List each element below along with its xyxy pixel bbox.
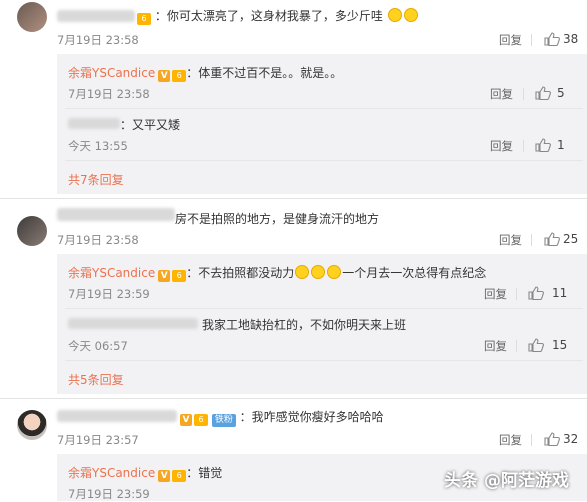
redacted-username	[57, 208, 175, 221]
reply-button[interactable]: 回复	[484, 286, 507, 302]
comment-body: 房不是拍照的地方，是健身流汗的地方	[175, 212, 380, 226]
thumbs-up-icon[interactable]	[544, 232, 560, 246]
reply-time: 7月19日 23:59	[68, 487, 150, 501]
emoji-icon	[295, 265, 310, 279]
reply-button[interactable]: 回复	[490, 86, 513, 102]
verified-v-icon: V	[158, 70, 171, 82]
emoji-icon	[311, 265, 326, 279]
divider	[65, 360, 583, 361]
watermark: 头条 @阿茫游戏	[444, 471, 569, 491]
divider	[65, 160, 583, 161]
level-badge-icon: 6	[194, 414, 208, 426]
sub-reply-text: 余霜YSCandice V 6 ：错觉	[68, 466, 223, 482]
sub-reply-text: 余霜YSCandice V 6 ：不去拍照都没动力 一个月去一次总得有点纪念	[68, 265, 487, 282]
emoji-icon	[403, 8, 418, 22]
like-count: 5	[557, 86, 565, 100]
like-count: 32	[563, 432, 579, 446]
sub-reply-text: 余霜YSCandice V 6 ：体重不过百不是。。就是。。	[68, 66, 343, 82]
comment-time: 7月19日 23:58	[57, 233, 139, 247]
reply-time: 7月19日 23:59	[68, 287, 150, 301]
comment-body: ：我咋感觉你瘦好多哈哈哈	[239, 410, 384, 424]
verified-v-icon: V	[158, 270, 171, 282]
sub-reply-text: 我家工地缺抬杠的，不如你明天来上班	[202, 318, 407, 332]
view-more-replies-link[interactable]: 共7条回复	[68, 171, 124, 188]
comment-body: ：你可太漂亮了，这身材我暴了，多少斤哇	[154, 9, 383, 23]
reply-button[interactable]: 回复	[499, 232, 522, 248]
divider	[531, 434, 532, 446]
thumbs-up-icon[interactable]	[544, 32, 560, 46]
level-badge-icon: 6	[137, 13, 151, 25]
reply-time: 7月19日 23:58	[68, 87, 150, 101]
fan-badge: 铁粉	[211, 414, 236, 427]
divider	[516, 288, 517, 300]
author-link[interactable]: 余霜YSCandice	[68, 466, 155, 480]
level-badge-icon: 6	[172, 470, 187, 482]
like-count: 15	[552, 338, 568, 352]
comment-time: 7月19日 23:57	[57, 433, 139, 447]
author-link[interactable]: 余霜YSCandice	[68, 266, 155, 280]
divider	[65, 108, 583, 109]
thumbs-up-icon[interactable]	[528, 338, 544, 352]
thumbs-up-icon[interactable]	[544, 432, 560, 446]
sub-reply-text: ：又平又矮	[120, 118, 181, 132]
level-badge-icon: 6	[172, 70, 187, 82]
like-count: 1	[557, 138, 565, 152]
redacted-username	[57, 410, 177, 422]
redacted-username	[68, 318, 198, 329]
reply-button[interactable]: 回复	[499, 32, 522, 48]
comment-divider	[0, 198, 587, 199]
reply-time: 今天 06:57	[68, 339, 128, 353]
like-count: 11	[552, 286, 568, 300]
like-count: 25	[563, 232, 579, 246]
thumbs-up-icon[interactable]	[528, 286, 544, 300]
comment-text: V6 铁粉 ：我咋感觉你瘦好多哈哈哈	[177, 408, 384, 427]
view-more-replies-link[interactable]: 共5条回复	[68, 371, 124, 388]
like-count: 38	[563, 32, 579, 46]
verified-v-icon: V	[158, 470, 171, 482]
avatar[interactable]	[17, 216, 47, 246]
reply-time: 今天 13:55	[68, 139, 128, 153]
avatar[interactable]	[17, 2, 47, 32]
avatar[interactable]	[17, 410, 47, 440]
author-link[interactable]: 余霜YSCandice	[68, 66, 155, 80]
comment-divider	[0, 398, 587, 399]
divider	[531, 234, 532, 246]
thumbs-up-icon[interactable]	[535, 86, 551, 100]
comment-text: 6 ：你可太漂亮了，这身材我暴了，多少斤哇	[135, 7, 419, 25]
divider	[523, 88, 524, 100]
divider	[531, 34, 532, 46]
emoji-icon	[387, 8, 402, 22]
comment-time: 7月19日 23:58	[57, 33, 139, 47]
redacted-username	[57, 10, 135, 22]
reply-button[interactable]: 回复	[484, 338, 507, 354]
divider	[516, 340, 517, 352]
emoji-icon	[327, 265, 342, 279]
redacted-username	[68, 118, 120, 129]
divider	[65, 308, 583, 309]
divider	[523, 140, 524, 152]
level-badge-icon: 6	[172, 270, 187, 282]
thumbs-up-icon[interactable]	[535, 138, 551, 152]
reply-button[interactable]: 回复	[490, 138, 513, 154]
reply-button[interactable]: 回复	[499, 432, 522, 448]
verified-v-icon: V	[180, 414, 192, 426]
